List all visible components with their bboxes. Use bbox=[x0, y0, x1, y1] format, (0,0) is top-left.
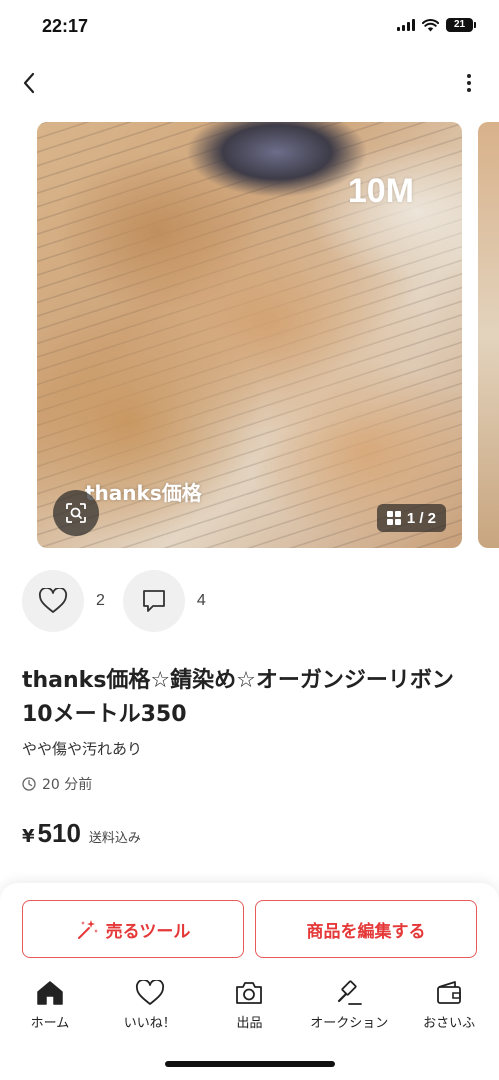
gavel-icon bbox=[338, 980, 363, 1005]
item-title: thanks価格☆錆染め☆オーガンジーリボン10メートル350 bbox=[22, 668, 454, 727]
bottom-panel: 売るツール 商品を編集する ホーム いいね！ 出品 オークション おさいふ bbox=[0, 883, 499, 1080]
tab-bar: ホーム いいね！ 出品 オークション おさいふ bbox=[0, 979, 499, 1039]
reactions-row: 2 4 bbox=[22, 570, 224, 632]
edit-item-button[interactable]: 商品を編集する bbox=[255, 900, 477, 958]
more-options-button[interactable] bbox=[459, 68, 479, 98]
price: ¥ 510 送料込み bbox=[22, 818, 141, 849]
comment-button[interactable] bbox=[122, 570, 185, 632]
comment-icon bbox=[143, 590, 165, 612]
like-count: 2 bbox=[96, 592, 105, 609]
wallet-icon bbox=[437, 981, 461, 1004]
heart-icon bbox=[135, 980, 164, 1005]
tab-likes[interactable]: いいね！ bbox=[100, 979, 200, 1039]
status-time: 22:17 bbox=[42, 16, 89, 36]
shipping-included-label: 送料込み bbox=[88, 831, 141, 846]
tab-label: 出品 bbox=[236, 1016, 263, 1031]
image-search-icon bbox=[66, 503, 86, 523]
cellular-signal-icon bbox=[397, 19, 415, 31]
photo-gallery[interactable]: 10M thanks価格 1 / 2 bbox=[0, 122, 499, 548]
photo-overlay-caption: thanks価格 bbox=[85, 481, 202, 505]
item-condition: やや傷や汚れあり bbox=[22, 740, 143, 758]
tab-auction[interactable]: オークション bbox=[299, 979, 399, 1039]
clock-icon bbox=[22, 777, 36, 791]
tab-label: オークション bbox=[310, 1016, 389, 1031]
price-value: 510 bbox=[37, 818, 81, 848]
wifi-icon bbox=[422, 18, 439, 31]
image-search-button[interactable] bbox=[53, 490, 99, 536]
photo-overlay-title: 10M bbox=[347, 172, 414, 210]
tab-sell[interactable]: 出品 bbox=[200, 979, 300, 1039]
more-dot-icon bbox=[467, 88, 471, 92]
battery-indicator: 21 bbox=[446, 18, 476, 32]
tab-home[interactable]: ホーム bbox=[0, 979, 100, 1039]
home-icon bbox=[37, 981, 63, 1005]
posted-time-label: 20 分前 bbox=[42, 777, 93, 793]
like-button[interactable] bbox=[22, 570, 84, 632]
posted-time: 20 分前 bbox=[22, 774, 92, 794]
tab-label: おさいふ bbox=[423, 1016, 476, 1031]
grid-icon bbox=[386, 511, 401, 525]
back-button[interactable] bbox=[14, 68, 44, 98]
magic-wand-icon bbox=[77, 920, 98, 939]
comment-count: 4 bbox=[196, 592, 206, 609]
tab-label: いいね！ bbox=[123, 1016, 176, 1031]
sell-tool-button[interactable]: 売るツール bbox=[22, 900, 244, 958]
photo-counter: 1 / 2 bbox=[376, 504, 446, 532]
tab-label: ホーム bbox=[30, 1016, 70, 1031]
heart-icon bbox=[38, 588, 68, 613]
edit-item-label: 商品を編集する bbox=[306, 921, 426, 942]
sell-tool-label: 売るツール bbox=[105, 921, 191, 942]
more-dot-icon bbox=[467, 81, 471, 85]
photo-counter-label: 1 / 2 bbox=[406, 509, 436, 527]
more-dot-icon bbox=[467, 74, 471, 78]
nav-header bbox=[0, 62, 499, 106]
camera-icon bbox=[236, 982, 263, 1004]
next-photo-preview[interactable] bbox=[478, 122, 499, 548]
status-indicators: 21 bbox=[397, 18, 476, 32]
tab-wallet[interactable]: おさいふ bbox=[399, 979, 499, 1039]
home-indicator bbox=[165, 1061, 335, 1067]
item-photo[interactable]: 10M thanks価格 1 / 2 bbox=[37, 122, 462, 548]
status-bar: 22:17 21 bbox=[0, 0, 499, 54]
chevron-left-icon bbox=[23, 72, 35, 94]
price-currency: ¥ bbox=[22, 826, 35, 847]
